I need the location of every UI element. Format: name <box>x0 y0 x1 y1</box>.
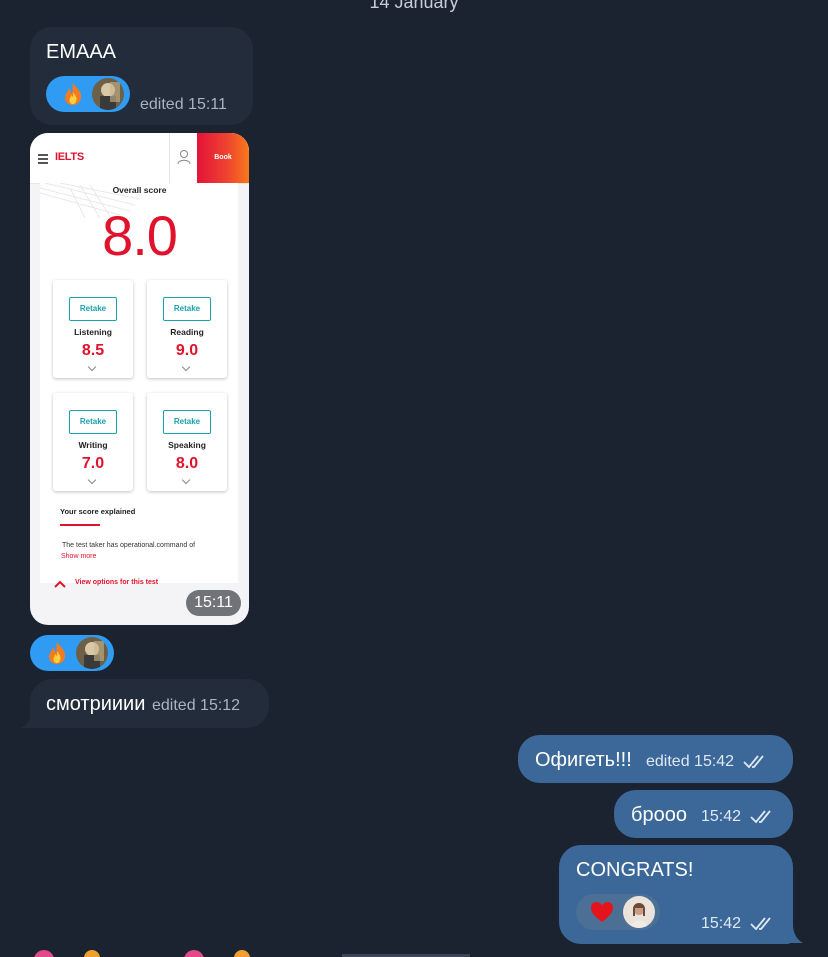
retake-button: Retake <box>69 297 117 321</box>
tile-score: 8.0 <box>175 455 199 472</box>
tile-score: 8.5 <box>81 342 105 359</box>
outgoing-message-brooo[interactable]: брооо 15:42 <box>614 790 793 838</box>
message-text: смотрииии <box>46 693 146 715</box>
book-button: Book <box>197 133 249 183</box>
tile-name: Writing <box>78 440 108 450</box>
score-tile-writing: Retake Writing 7.0 <box>53 393 133 491</box>
tile-name: Speaking <box>168 440 206 450</box>
message-time: 15:42 <box>701 915 742 932</box>
retake-button: Retake <box>69 410 117 434</box>
reaction-heart-chip[interactable] <box>576 894 660 930</box>
message-text: CONGRATS! <box>576 859 694 881</box>
chevron-down-icon <box>87 362 97 372</box>
tile-score: 7.0 <box>81 455 105 472</box>
heart-reaction-icon <box>588 898 616 926</box>
chevron-up-icon <box>54 580 66 588</box>
read-double-check-icon <box>749 917 771 931</box>
incoming-message-emaaa[interactable]: ЕМААА edited 15:11 <box>30 27 253 125</box>
message-meta: edited 15:11 <box>140 96 227 113</box>
chevron-down-icon <box>181 362 191 372</box>
ielts-header: IELTS Book <box>30 133 249 184</box>
ielts-body: Overall score 8.0 Retake Listening 8.5 R… <box>30 183 249 625</box>
bubble-tail <box>20 710 42 728</box>
message-meta: 15:42 <box>701 808 776 826</box>
score-tile-listening: Retake Listening 8.5 <box>53 280 133 378</box>
photo-timestamp: 15:11 <box>186 590 241 616</box>
date-separator: 14 January <box>369 0 459 12</box>
message-meta: edited 15:42 <box>646 753 769 771</box>
outgoing-message-congrats[interactable]: CONGRATS! 15:42 <box>559 845 793 944</box>
ielts-logo: IELTS <box>55 151 84 163</box>
tile-name: Reading <box>170 327 204 337</box>
chevron-down-icon <box>181 475 191 485</box>
avatar <box>76 637 108 669</box>
message-time: 15:42 <box>701 808 742 825</box>
reaction-fire-chip[interactable] <box>46 76 130 112</box>
message-meta: edited 15:12 <box>152 697 241 714</box>
explained-text: The test taker has operational.command o… <box>62 542 196 549</box>
user-icon <box>169 133 198 183</box>
chevron-down-icon <box>87 475 97 485</box>
outgoing-message-ofiget[interactable]: Офигеть!!! edited 15:42 <box>518 735 793 783</box>
score-explained-title: Your score explained <box>60 507 136 516</box>
ielts-screenshot-photo[interactable]: IELTS Book Overall score 8.0 Retake List… <box>30 133 249 625</box>
incoming-message-smotrii[interactable]: смотрииии edited 15:12 <box>30 679 269 728</box>
message-text: ЕМААА <box>46 41 117 63</box>
overall-score-value: 8.0 <box>102 204 178 267</box>
retake-button: Retake <box>163 410 211 434</box>
bubble-tail <box>786 925 803 943</box>
fire-reaction-icon <box>59 80 87 108</box>
reaction-fire-chip[interactable] <box>30 635 114 671</box>
tile-score: 9.0 <box>175 342 199 359</box>
avatar <box>92 78 124 110</box>
message-meta: 15:42 <box>701 915 776 933</box>
avatar <box>623 896 655 928</box>
menu-icon <box>38 154 48 166</box>
read-double-check-icon <box>742 755 764 769</box>
overall-score-label: Overall score <box>112 185 167 195</box>
retake-button: Retake <box>163 297 211 321</box>
divider-red <box>60 524 100 526</box>
partial-reaction-row <box>30 950 470 957</box>
read-double-check-icon <box>749 810 771 824</box>
message-text: Офигеть!!! <box>535 749 632 771</box>
score-tile-speaking: Retake Speaking 8.0 <box>147 393 227 491</box>
show-more-link: Show more <box>61 553 97 560</box>
message-text: брооо <box>631 804 687 826</box>
fire-reaction-icon <box>43 639 71 667</box>
score-tile-reading: Retake Reading 9.0 <box>147 280 227 378</box>
tile-name: Listening <box>74 327 112 337</box>
message-time: edited 15:42 <box>646 753 735 770</box>
view-options-link: View options for this test <box>75 579 159 586</box>
